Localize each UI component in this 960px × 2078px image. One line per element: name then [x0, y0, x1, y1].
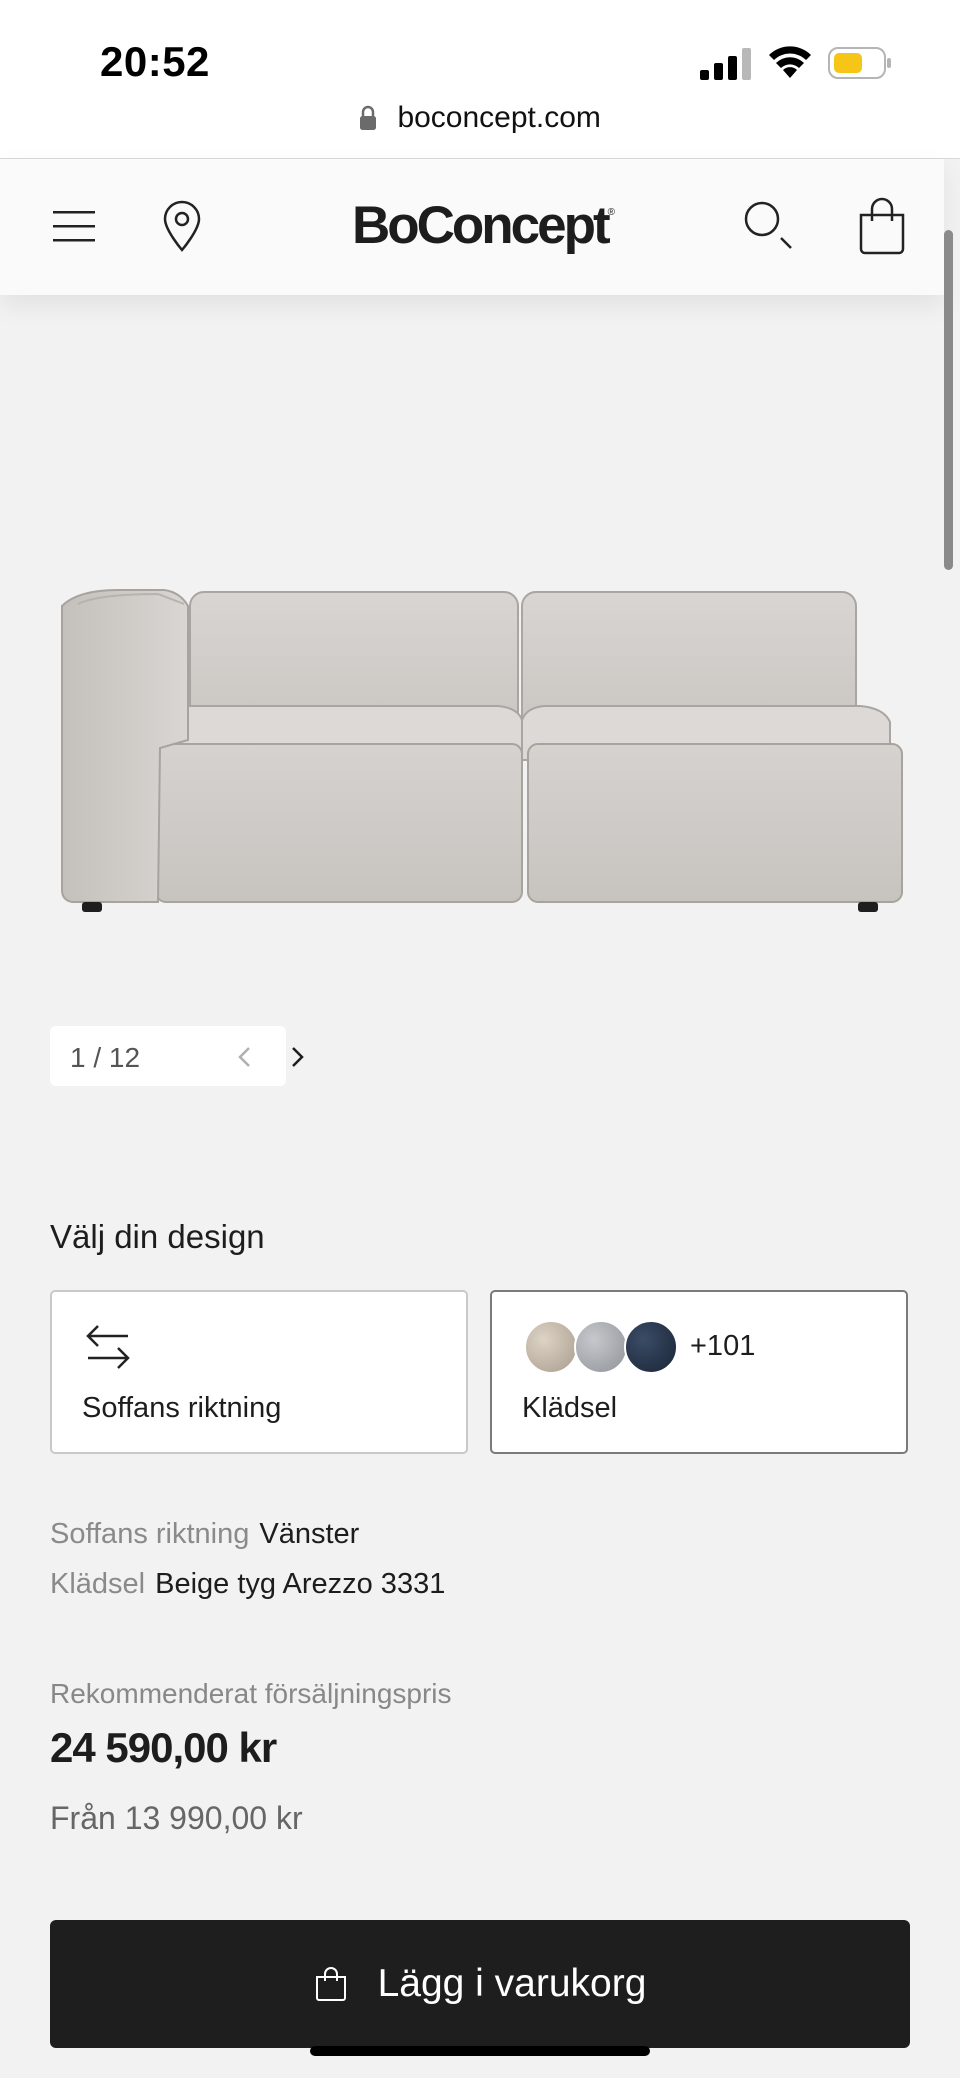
shopping-bag-button[interactable] — [854, 195, 910, 257]
status-time: 20:52 — [100, 38, 210, 85]
spec-value: Beige tyg Arezzo 3331 — [155, 1568, 446, 1600]
shopping-bag-icon — [315, 1967, 346, 2001]
add-to-cart-label: Lägg i varukorg — [377, 1962, 647, 2005]
site-header: BoConcept® — [0, 159, 944, 295]
page-scrollbar[interactable] — [944, 230, 953, 570]
spec-direction: Soffans riktning Vänster — [50, 1518, 359, 1551]
fabric-swatch-navy — [624, 1320, 678, 1374]
logo-mark: ® — [607, 207, 616, 218]
battery-icon — [828, 47, 891, 79]
fabric-swatch-grey — [574, 1320, 628, 1374]
shopping-bag-icon — [859, 197, 905, 255]
more-fabrics-count: +101 — [690, 1330, 756, 1362]
status-bar: 20:52 boconcept.com — [0, 0, 960, 159]
menu-button[interactable] — [48, 199, 102, 253]
spec-key: Klädsel — [50, 1568, 146, 1600]
home-indicator[interactable] — [310, 2046, 650, 2056]
search-icon — [744, 201, 792, 249]
logo-text: BoConcept — [352, 196, 611, 255]
sofa-direction-label: Soffans riktning — [82, 1392, 282, 1424]
fabric-swatch-beige — [524, 1320, 578, 1374]
spec-key: Soffans riktning — [50, 1518, 250, 1550]
price-value: 24 590,00 kr — [50, 1724, 277, 1771]
store-locator-button[interactable] — [158, 197, 206, 255]
cellular-signal-icon — [700, 48, 751, 80]
add-to-cart-button[interactable]: Lägg i varukorg — [50, 1920, 910, 2048]
next-image-button[interactable] — [284, 1042, 310, 1072]
previous-image-button[interactable] — [232, 1042, 258, 1072]
spec-upholstery: Klädsel Beige tyg Arezzo 3331 — [50, 1568, 445, 1601]
gallery-counter: 1 / 12 — [70, 1042, 141, 1073]
price-label: Rekommenderat försäljningspris — [50, 1678, 452, 1709]
wifi-icon — [769, 46, 811, 78]
spec-value: Vänster — [259, 1518, 360, 1550]
url-bar[interactable]: boconcept.com — [0, 100, 960, 135]
sofa-product-image[interactable] — [48, 560, 908, 920]
upholstery-option[interactable]: +101 Klädsel — [490, 1290, 908, 1454]
location-pin-icon — [163, 200, 201, 252]
search-button[interactable] — [740, 197, 796, 253]
sofa-direction-option[interactable]: Soffans riktning — [50, 1290, 468, 1454]
hamburger-menu-icon — [53, 211, 95, 242]
fabric-swatches — [524, 1320, 684, 1376]
boconcept-logo[interactable]: BoConcept® — [352, 195, 616, 259]
lock-icon — [360, 105, 377, 131]
url-text: boconcept.com — [397, 101, 601, 135]
upholstery-label: Klädsel — [522, 1392, 618, 1424]
design-heading: Välj din design — [50, 1218, 265, 1255]
gallery-pager: 1 / 12 — [50, 1026, 304, 1086]
swap-arrows-icon — [86, 1325, 130, 1369]
price-from: Från 13 990,00 kr — [50, 1800, 303, 1836]
